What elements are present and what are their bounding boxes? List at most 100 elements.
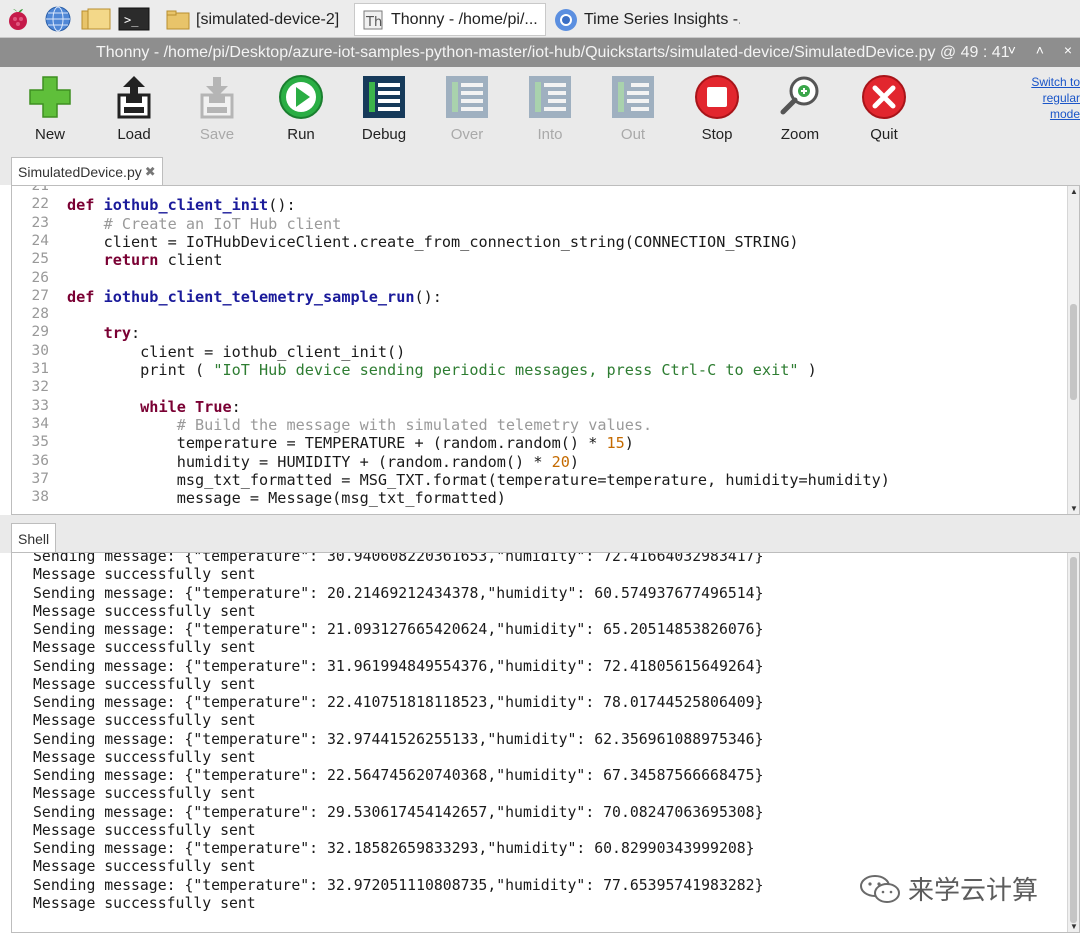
new-icon	[29, 76, 71, 118]
quit-button[interactable]: Quit	[849, 73, 919, 143]
zoom-button[interactable]: Zoom	[765, 73, 835, 143]
window-titlebar[interactable]: Thonny - /home/pi/Desktop/azure-iot-samp…	[0, 38, 1080, 67]
code-line: try:	[103, 324, 141, 343]
editor-tabstrip: SimulatedDevice.py ✖	[0, 155, 1080, 186]
line-number: 34	[31, 415, 49, 432]
stop-icon	[695, 75, 739, 119]
line-number: 33	[31, 397, 49, 414]
close-tab-icon[interactable]: ✖	[145, 164, 156, 180]
scroll-up-arrow-icon[interactable]: ▲	[1070, 187, 1078, 196]
taskbar-item-label: [simulated-device-2]	[196, 10, 340, 28]
shell-line: Sending message: {"temperature": 22.4107…	[33, 694, 764, 711]
save-label: Save	[199, 126, 235, 143]
line-number: 29	[31, 324, 49, 341]
shell-scrollbar[interactable]: ▼	[1067, 553, 1079, 932]
line-number: 30	[31, 342, 49, 359]
line-number: 26	[31, 269, 49, 286]
switch-mode-line: mode	[1049, 107, 1080, 121]
toolbar: New Load Save Run Debug Over Into Out St…	[0, 67, 1080, 155]
shell-line: Sending message: {"temperature": 29.5306…	[33, 803, 764, 821]
shell-line: Sending message: {"temperature": 22.5647…	[33, 767, 764, 784]
shell-line: Message successfully sent	[33, 748, 256, 766]
line-number-gutter: 21 22 23 24 25 26 27 28 29 30 31 32 33 34 35 36 37 38	[12, 186, 56, 514]
line-number: 28	[31, 306, 49, 323]
step-into-icon	[529, 76, 571, 118]
thonny-icon: Th	[361, 8, 385, 32]
files-icon[interactable]	[80, 5, 112, 33]
step-into-label: Into	[537, 126, 563, 143]
taskbar-item-label: Time Series Insights -...	[584, 10, 740, 28]
taskbar-item-thonny[interactable]: Th Thonny - /home/pi/...	[354, 3, 546, 36]
shell-line: Message successfully sent	[33, 858, 256, 876]
scrollbar-thumb[interactable]	[1070, 557, 1077, 923]
debug-label: Debug	[361, 126, 407, 143]
code-line: client = iothub_client_init()	[67, 342, 406, 361]
debug-icon	[363, 76, 405, 118]
new-label: New	[34, 126, 65, 143]
editor-scrollbar[interactable]: ▲ ▼	[1067, 186, 1079, 514]
code-line: return client	[103, 251, 223, 270]
tab-shell[interactable]: Shell	[11, 523, 57, 553]
step-over-icon	[446, 76, 488, 118]
code-line: message = Message(msg_txt_formatted)	[67, 489, 506, 508]
shell-line: Message successfully sent	[33, 712, 256, 730]
stop-button[interactable]: Stop	[682, 73, 752, 143]
step-over-label: Over	[450, 126, 484, 143]
code-line: print ( "IoT Hub device sending periodic…	[67, 361, 817, 379]
taskbar-item-chromium[interactable]: Time Series Insights -...	[548, 3, 740, 36]
taskbar-item-label: Thonny - /home/pi/...	[391, 10, 538, 28]
taskbar: >_ [simulated-device-2] Th Thonny - /hom…	[0, 0, 1080, 38]
run-label: Run	[287, 126, 315, 143]
switch-to-regular-mode-link[interactable]: Switch to regular mode	[1018, 74, 1080, 122]
code-line: while True:	[140, 397, 241, 416]
quit-icon	[862, 75, 906, 119]
line-number: 22	[31, 196, 49, 213]
scroll-down-arrow-icon[interactable]: ▼	[1070, 504, 1078, 513]
shell-tabstrip: Shell	[0, 515, 1080, 553]
code-line: client = IoTHubDeviceClient.create_from_…	[67, 232, 799, 251]
line-number: 35	[31, 434, 49, 451]
raspberry-icon[interactable]	[4, 5, 32, 33]
stop-label: Stop	[701, 126, 733, 143]
step-out-button[interactable]: Out	[598, 73, 668, 143]
load-button[interactable]: Load	[99, 73, 169, 143]
scroll-down-arrow-icon[interactable]: ▼	[1070, 922, 1078, 931]
line-number: 24	[31, 232, 49, 249]
code-line: temperature = TEMPERATURE + (random.rand…	[67, 434, 634, 453]
watermark-text: 来学云计算	[908, 875, 1039, 905]
step-into-button[interactable]: Into	[515, 73, 585, 143]
run-button[interactable]: Run	[266, 73, 336, 143]
switch-mode-line: Switch to	[1031, 75, 1080, 89]
save-button[interactable]: Save	[182, 73, 252, 143]
folder-icon	[166, 8, 190, 32]
window-controls[interactable]: ˅ ˄ ×	[1008, 42, 1080, 58]
line-number: 27	[31, 287, 49, 304]
taskbar-item-folder[interactable]: [simulated-device-2]	[160, 3, 352, 36]
tab-simulated-device[interactable]: SimulatedDevice.py ✖	[11, 157, 163, 186]
code-editor[interactable]: 21 22 23 24 25 26 27 28 29 30 31 32 33 34 35 36 37 38 def…	[11, 185, 1080, 515]
line-number: 25	[31, 251, 49, 268]
wechat-icon	[860, 874, 900, 903]
save-icon	[200, 77, 234, 119]
line-number: 32	[31, 379, 49, 396]
shell-line: Message successfully sent	[33, 566, 256, 584]
code-line: def iothub_client_init():	[67, 196, 296, 215]
line-number: 38	[31, 489, 49, 506]
globe-icon[interactable]	[44, 5, 72, 33]
debug-button[interactable]: Debug	[349, 73, 419, 143]
line-number: 23	[31, 214, 49, 231]
load-icon	[117, 76, 151, 119]
shell-line: Sending message: {"temperature": 30.9406…	[33, 552, 764, 565]
scrollbar-thumb[interactable]	[1070, 304, 1077, 400]
window-title: Thonny - /home/pi/Desktop/azure-iot-samp…	[96, 44, 1010, 61]
new-button[interactable]: New	[15, 73, 85, 143]
step-over-button[interactable]: Over	[432, 73, 502, 143]
switch-mode-line: regular	[1042, 91, 1080, 105]
chromium-icon	[554, 8, 578, 32]
terminal-icon[interactable]: >_	[118, 5, 150, 33]
svg-text:>_: >_	[124, 13, 139, 27]
shell-line: Message successfully sent	[33, 602, 256, 620]
step-out-icon	[612, 76, 654, 118]
line-number: 36	[31, 452, 49, 469]
shell-line: Message successfully sent	[33, 821, 256, 839]
